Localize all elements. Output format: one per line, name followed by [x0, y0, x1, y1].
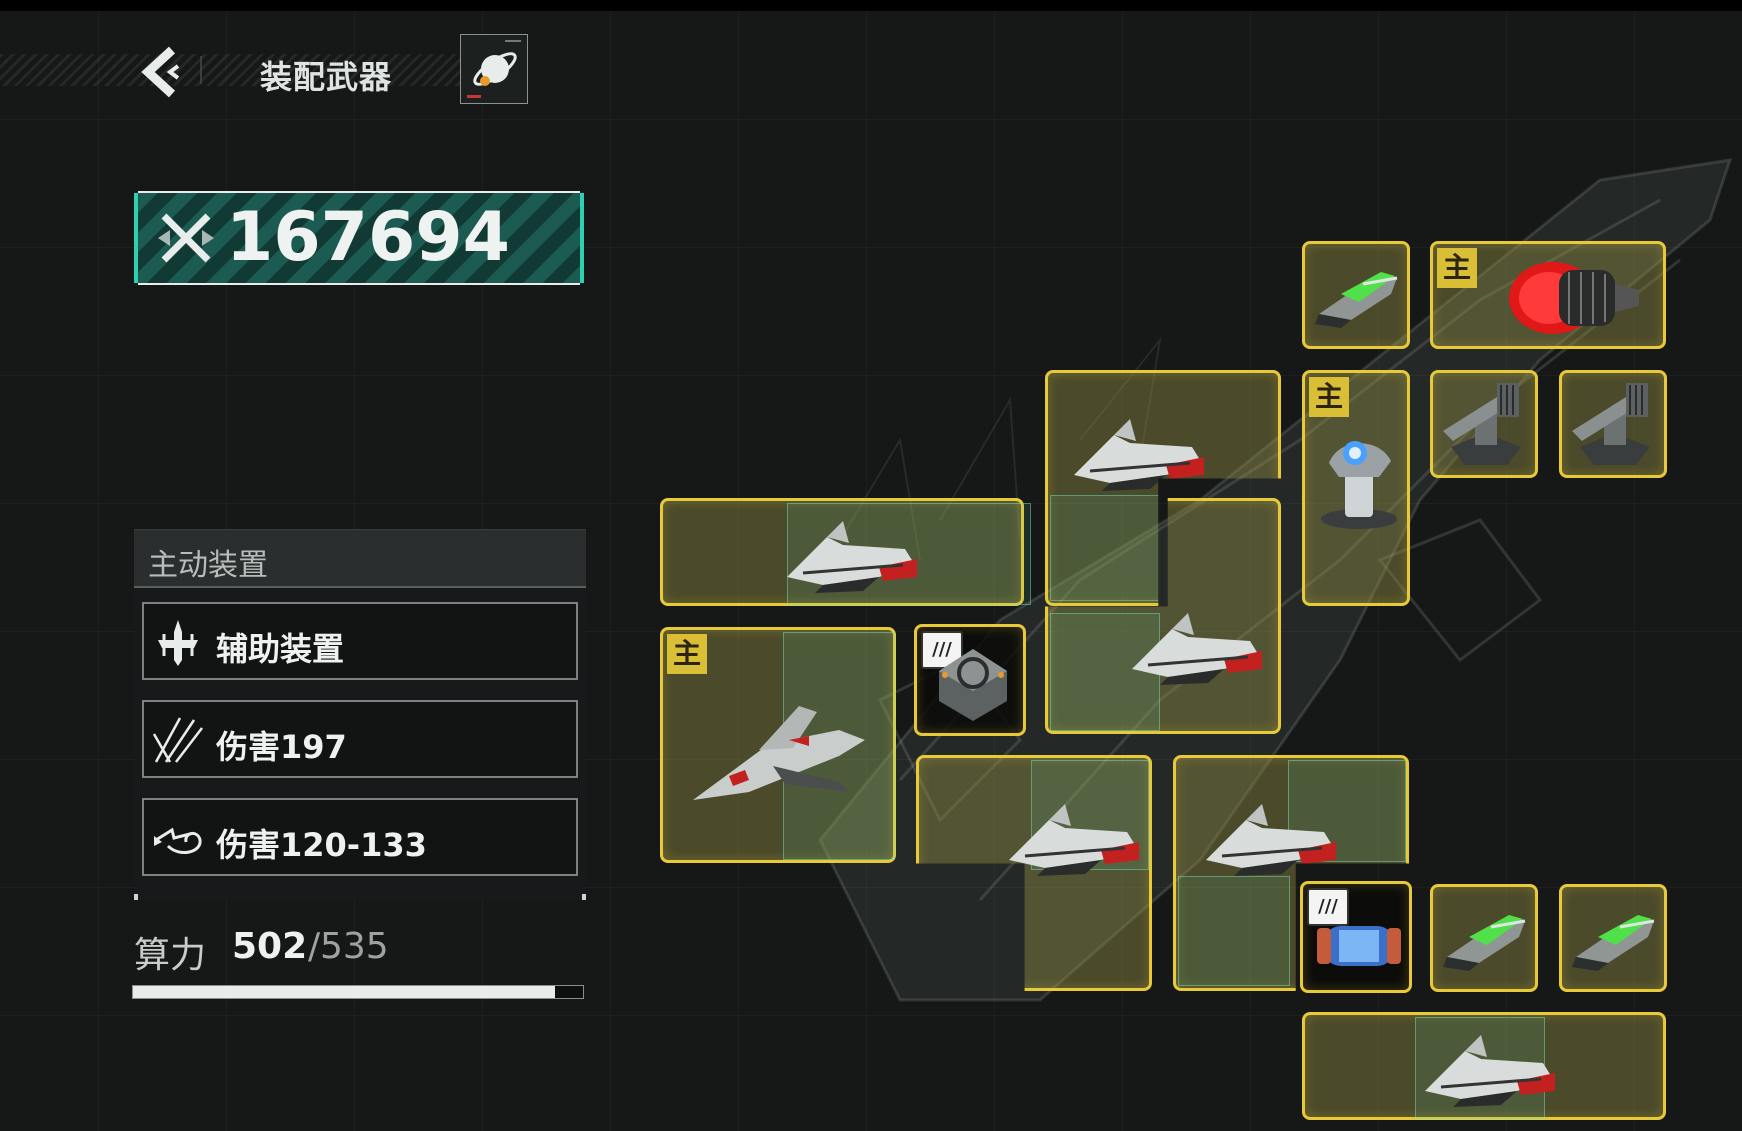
gatling-turret-icon: [1443, 383, 1521, 465]
panel-corner: [582, 894, 586, 900]
slot-radar-turret[interactable]: 主: [1302, 370, 1410, 606]
option-label: 伤害197: [216, 728, 347, 766]
fighter-ship-icon: [787, 521, 917, 593]
crossed-swords-icon: [158, 213, 214, 263]
main-badge: 主: [667, 634, 707, 674]
combat-power-display: 167694: [134, 191, 584, 285]
planet-icon: [467, 40, 521, 98]
option-label: 伤害120-133: [216, 826, 427, 864]
slot-jet-fighter[interactable]: 主: [660, 627, 896, 863]
radar-turret-icon: [1321, 441, 1397, 529]
slot-green-cannon[interactable]: [1430, 884, 1538, 992]
slot-green-cannon[interactable]: [1559, 884, 1667, 992]
compute-separator: /: [308, 926, 321, 967]
chip-module-icon: [939, 649, 1007, 721]
jet-fighter-icon: [693, 706, 865, 800]
header-divider: [200, 56, 202, 84]
green-cannon-icon: [1315, 272, 1398, 328]
drone-icon: [158, 620, 198, 666]
panel-title: 主动装置: [148, 548, 268, 583]
slash-strike-icon: [152, 717, 203, 763]
slot-fighter-bottom[interactable]: [1302, 1012, 1666, 1120]
planet-button[interactable]: [460, 34, 528, 104]
option-auxiliary-device[interactable]: 辅助装置: [142, 602, 578, 680]
slot-green-cannon[interactable]: [1302, 241, 1410, 349]
energy-cell-icon: [1317, 926, 1401, 966]
top-border: [0, 0, 1742, 11]
panel-corner: [134, 894, 138, 900]
chevron-left-icon: [141, 46, 180, 98]
slot-fighter-wide[interactable]: [660, 498, 1031, 606]
option-label: 辅助装置: [216, 630, 345, 668]
slot-chip-module[interactable]: ///: [914, 624, 1026, 736]
panel-header: 主动装置: [134, 530, 586, 588]
green-cannon-icon: [1443, 915, 1526, 971]
green-cannon-icon: [1572, 915, 1655, 971]
main-badge: 主: [1309, 377, 1349, 417]
option-damage-120-133[interactable]: 伤害120-133: [142, 798, 578, 876]
combat-power-value: 167694: [226, 198, 510, 277]
compute-used: 502: [232, 926, 308, 967]
active-device-panel: 主动装置 辅助装置 伤害197 伤害120-133: [134, 529, 586, 900]
compute-progress-fill: [133, 986, 556, 998]
slot-gatling-turret[interactable]: [1430, 370, 1538, 478]
gatling-turret-icon: [1572, 383, 1650, 465]
fighter-ship-icon: [1132, 613, 1262, 685]
slot-energy-cell[interactable]: ///: [1300, 881, 1412, 993]
fighter-ship-icon: [1009, 804, 1139, 876]
compute-progress-bar: [132, 985, 584, 999]
back-button[interactable]: [138, 44, 188, 100]
main-badge: 主: [1437, 248, 1477, 288]
compute-total: 535: [320, 926, 389, 967]
red-engine-icon: [1509, 262, 1639, 334]
slot-gatling-turret[interactable]: [1559, 370, 1667, 478]
cell-highlight: [1178, 876, 1290, 986]
slot-red-engine[interactable]: 主: [1430, 241, 1666, 349]
option-damage-197[interactable]: 伤害197: [142, 700, 578, 778]
fighter-ship-icon: [1425, 1035, 1555, 1107]
cell-highlight: [1050, 495, 1160, 601]
page-title: 装配武器: [260, 58, 393, 96]
missile-swirl-icon: [154, 827, 202, 855]
compute-label: 算力: [134, 935, 207, 976]
